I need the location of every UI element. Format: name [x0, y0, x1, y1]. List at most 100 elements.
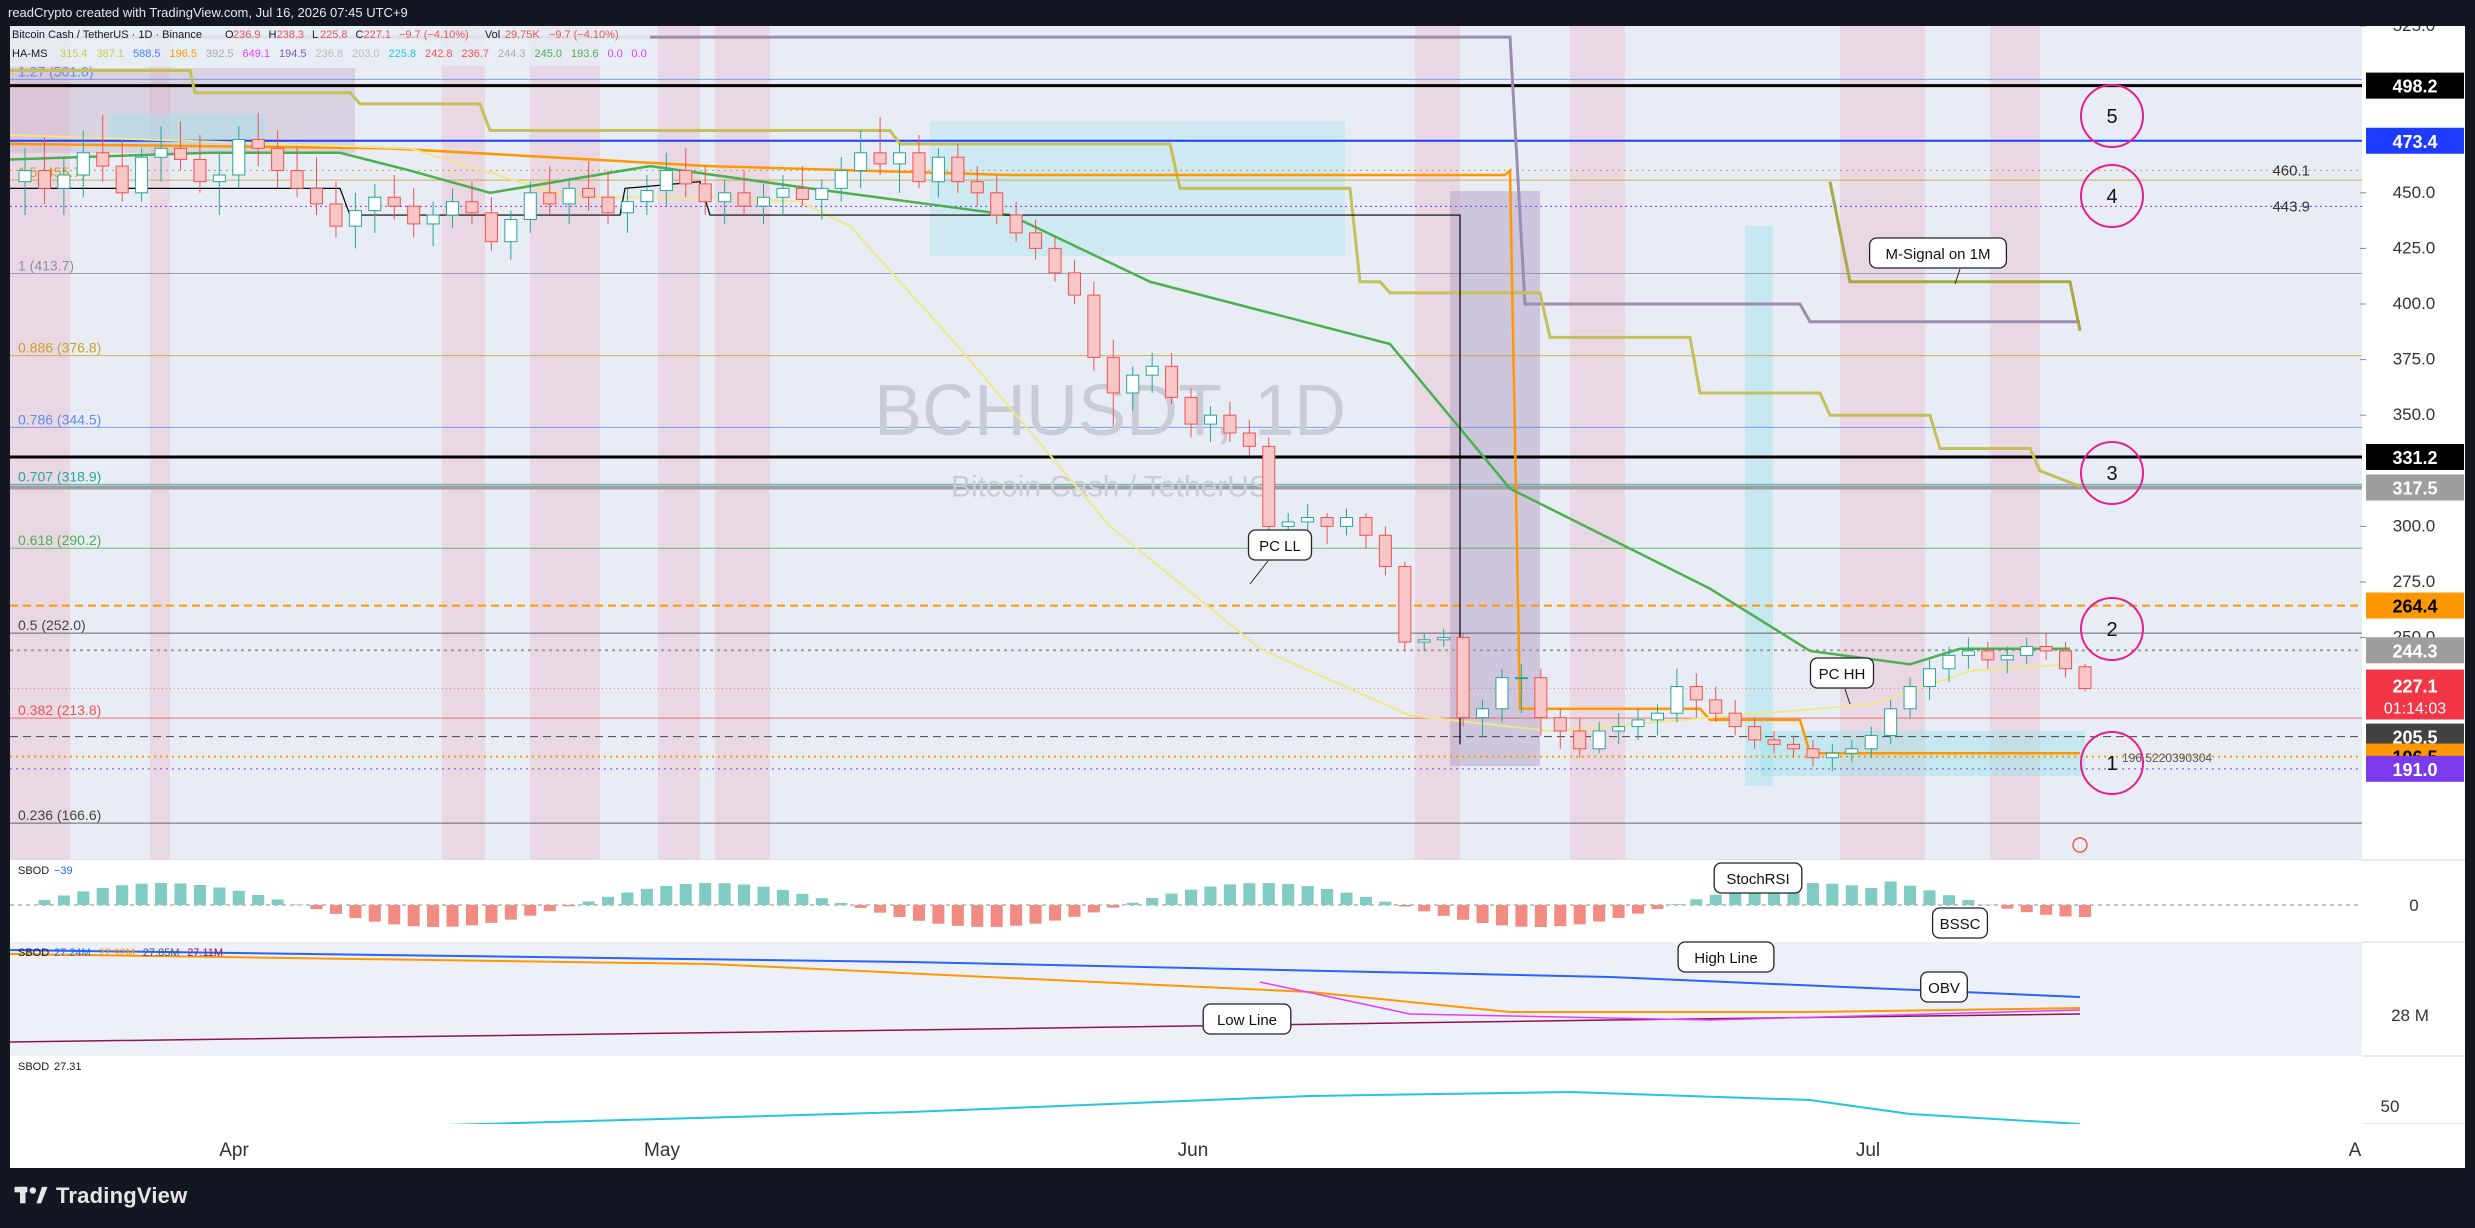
candle-body[interactable] [1048, 247, 1062, 274]
candle-body[interactable] [1495, 677, 1509, 710]
candle-body[interactable] [1612, 726, 1626, 732]
candle-body[interactable] [1281, 521, 1295, 527]
candle-body[interactable] [1903, 686, 1917, 710]
chart-canvas[interactable]: 525.0450.0425.0400.0375.0350.0300.0275.0… [10, 26, 2465, 1168]
candle-body[interactable] [135, 156, 149, 194]
candle-body[interactable] [1456, 637, 1470, 719]
candle-body[interactable] [1845, 748, 1859, 754]
candle-body[interactable] [1631, 719, 1645, 728]
candle-body[interactable] [659, 170, 673, 192]
candle-body[interactable] [562, 187, 576, 205]
candle-body[interactable] [1184, 396, 1198, 425]
candle-body[interactable] [1242, 432, 1256, 447]
candle-body[interactable] [698, 183, 712, 203]
candle-body[interactable] [37, 170, 51, 189]
candle-body[interactable] [756, 196, 771, 207]
candle-body[interactable] [601, 196, 615, 214]
candle-body[interactable] [1923, 668, 1937, 688]
candle-body[interactable] [1942, 654, 1956, 670]
candle-body[interactable] [1398, 565, 1412, 643]
candle-body[interactable] [1067, 272, 1081, 296]
candle-body[interactable] [212, 174, 226, 183]
candle-body[interactable] [1884, 708, 1898, 736]
candle-body[interactable] [893, 152, 907, 165]
candle-body[interactable] [834, 170, 848, 189]
candle-body[interactable] [873, 152, 887, 165]
candle-body[interactable] [465, 201, 479, 214]
candle-body[interactable] [484, 212, 498, 243]
candle-body[interactable] [1748, 726, 1762, 741]
candle-body[interactable] [1689, 686, 1703, 701]
candle-body[interactable] [776, 187, 790, 198]
candle-body[interactable] [154, 147, 168, 158]
candle-body[interactable] [1767, 739, 1781, 745]
candle-body[interactable] [1728, 712, 1742, 728]
candle-body[interactable] [990, 192, 1004, 216]
candle-body[interactable] [504, 218, 518, 243]
candle-body[interactable] [795, 187, 809, 200]
candle-body[interactable] [96, 152, 110, 167]
candle-body[interactable] [368, 196, 382, 212]
candle-body[interactable] [193, 158, 207, 183]
candle-body[interactable] [290, 170, 304, 189]
candle-body[interactable] [912, 152, 926, 183]
tradingview-logo[interactable]: TradingView [14, 1183, 187, 1209]
candle-body[interactable] [309, 187, 324, 205]
candle-body[interactable] [407, 205, 421, 225]
candle-body[interactable] [1165, 365, 1179, 398]
candle-body[interactable] [815, 187, 829, 200]
candle-body[interactable] [737, 192, 751, 207]
candle-body[interactable] [1029, 232, 1043, 249]
candle-body[interactable] [329, 203, 343, 227]
candle-body[interactable] [1553, 717, 1567, 732]
candle-body[interactable] [1223, 414, 1237, 434]
candle-body[interactable] [387, 196, 401, 207]
candle-body[interactable] [76, 152, 90, 176]
candle-body[interactable] [931, 156, 945, 183]
candle-body[interactable] [1417, 639, 1431, 643]
candle-body[interactable] [1592, 730, 1606, 750]
candle-body[interactable] [232, 138, 246, 176]
candle-body[interactable] [251, 138, 265, 149]
candle-body[interactable] [1009, 214, 1023, 234]
candle-body[interactable] [1359, 517, 1373, 536]
candle-body[interactable] [57, 174, 71, 189]
candle-body[interactable] [1573, 730, 1587, 750]
candle-body[interactable] [426, 214, 440, 225]
candle-body[interactable] [951, 156, 965, 183]
candle-body[interactable] [1825, 752, 1839, 759]
candle-body[interactable] [271, 147, 285, 172]
candle-body[interactable] [854, 152, 868, 172]
candle-body[interactable] [1437, 637, 1451, 641]
candle-body[interactable] [1106, 356, 1120, 394]
candle-body[interactable] [1203, 414, 1217, 425]
candle-body[interactable] [1262, 445, 1276, 527]
candle-body[interactable] [18, 170, 32, 183]
candle-body[interactable] [1126, 374, 1140, 394]
candle-body[interactable] [1670, 686, 1684, 714]
candle-body[interactable] [582, 187, 596, 198]
candle-body[interactable] [2039, 645, 2053, 652]
candle-body[interactable] [1534, 677, 1548, 719]
candle-body[interactable] [1981, 650, 1995, 661]
candle-body[interactable] [115, 165, 129, 194]
candle-body[interactable] [446, 201, 460, 216]
candle-body[interactable] [1786, 743, 1801, 750]
candle-body[interactable] [1650, 712, 1664, 721]
candle-body[interactable] [1864, 734, 1878, 750]
candle-body[interactable] [640, 190, 654, 203]
candle-body[interactable] [1145, 365, 1159, 376]
candle-body[interactable] [970, 181, 984, 194]
candle-body[interactable] [718, 192, 732, 203]
candle-body[interactable] [523, 192, 537, 220]
candle-body[interactable] [1514, 677, 1528, 680]
candle-body[interactable] [348, 210, 362, 227]
candle-body[interactable] [2078, 666, 2092, 690]
candle-body[interactable] [620, 201, 634, 214]
candle-body[interactable] [1320, 517, 1334, 527]
candle-body[interactable] [1709, 699, 1723, 714]
candle-body[interactable] [173, 147, 187, 160]
candle-body[interactable] [1961, 650, 1975, 656]
candle-body[interactable] [1339, 517, 1354, 527]
candle-body[interactable] [543, 192, 557, 205]
